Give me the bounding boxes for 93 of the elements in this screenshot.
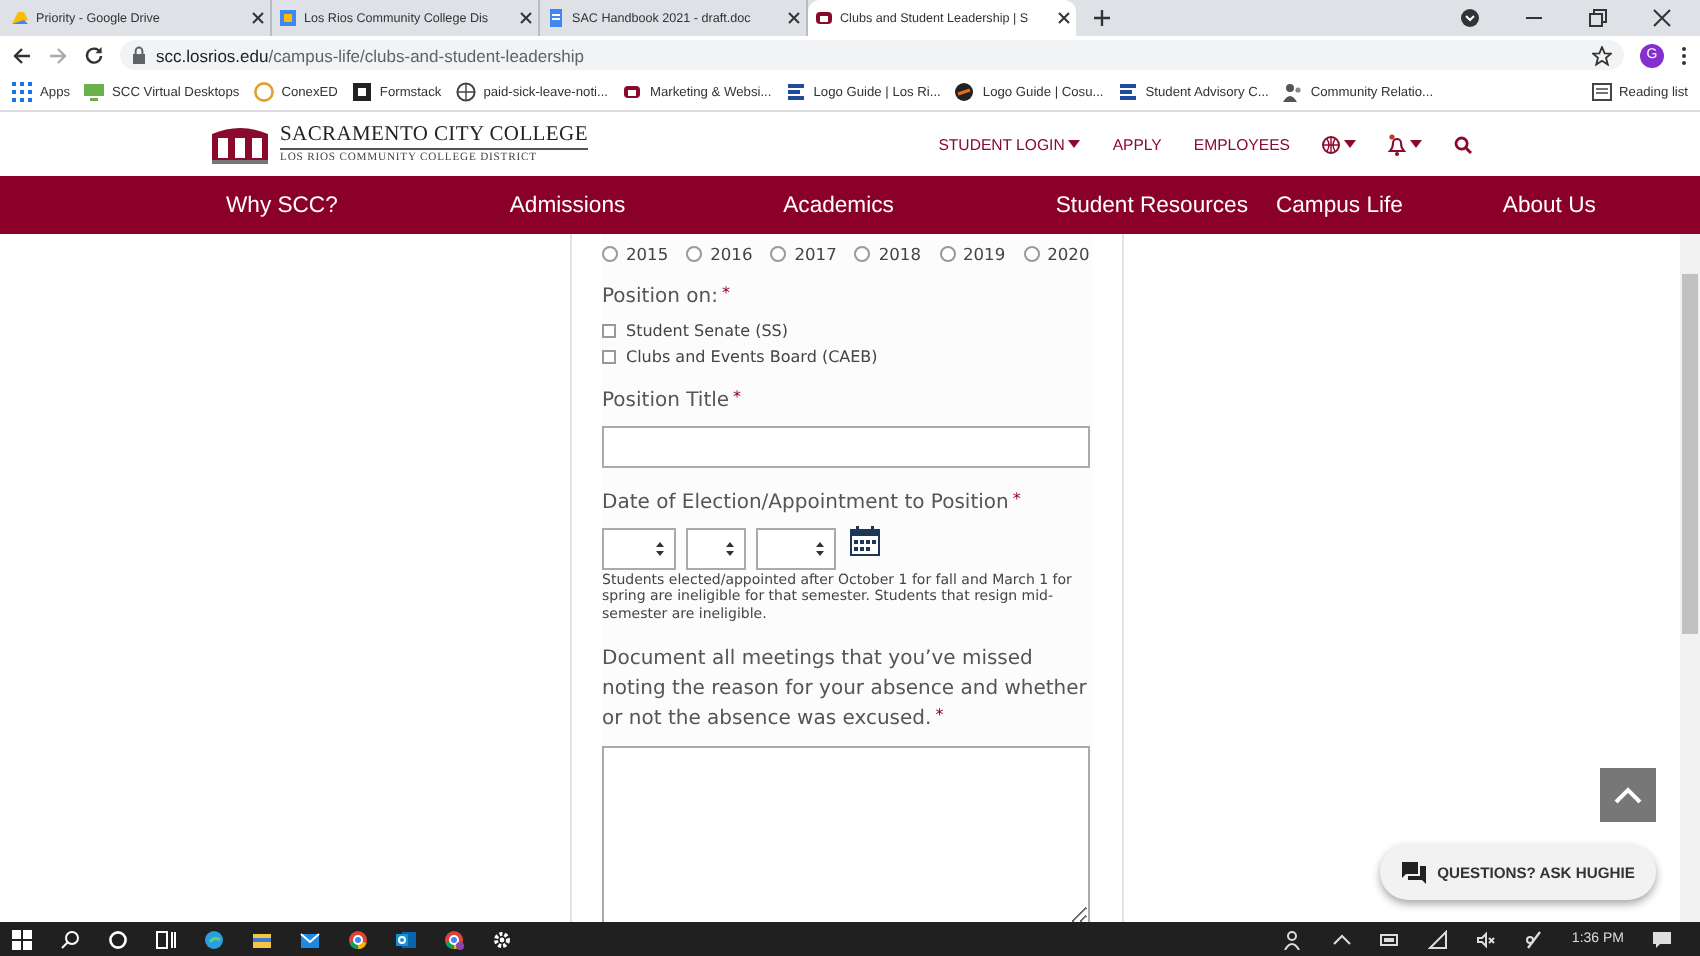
record-icon[interactable] [1460, 8, 1480, 28]
notification-icon[interactable] [1652, 929, 1672, 949]
restore-icon[interactable] [1588, 8, 1608, 28]
close-icon[interactable] [252, 12, 264, 24]
caret-icon [1344, 140, 1356, 148]
building-icon [814, 8, 834, 28]
checkbox[interactable] [602, 324, 616, 338]
spinner-icon [654, 540, 666, 558]
stripes-icon [785, 82, 806, 102]
folder-icon[interactable] [252, 929, 272, 949]
text-field[interactable] [602, 426, 1090, 468]
chrome-icon[interactable] [444, 929, 464, 949]
star-icon[interactable] [1592, 45, 1612, 65]
lock-icon [132, 46, 146, 64]
more-icon[interactable] [1680, 45, 1688, 65]
apps-icon [12, 82, 32, 102]
bell-icon [1388, 133, 1406, 155]
spinner-icon [814, 540, 826, 558]
nav-link[interactable]: Student Resources [1055, 193, 1248, 217]
radio-button[interactable] [686, 246, 703, 262]
year-option[interactable]: 2020 [1023, 244, 1090, 264]
document-icon [546, 8, 566, 28]
pen-icon[interactable] [1523, 929, 1544, 949]
globe-icon [455, 82, 476, 102]
people-icon [1282, 82, 1303, 102]
nav-link[interactable]: Academics [783, 193, 894, 217]
stripes-icon [1117, 82, 1138, 102]
year-option[interactable]: 2015 [602, 244, 669, 264]
back-to-top-button[interactable] [1600, 768, 1656, 822]
chevron-up-icon [1614, 786, 1642, 804]
close-icon[interactable] [1652, 8, 1672, 28]
caret-icon [1410, 140, 1422, 148]
radio-button[interactable] [854, 246, 871, 262]
plus-icon[interactable] [1092, 8, 1112, 28]
language-menu[interactable] [1322, 135, 1356, 153]
chat-icon [1401, 861, 1426, 883]
battery-icon[interactable] [1379, 929, 1400, 949]
scrollbar[interactable] [1680, 234, 1700, 922]
checkbox-label[interactable]: Clubs and Events Board (CAEB) [626, 348, 878, 366]
year-option[interactable]: 2017 [770, 244, 837, 264]
search-icon[interactable] [60, 929, 80, 949]
college-logo-icon [210, 124, 270, 164]
reload-icon[interactable] [84, 45, 104, 65]
close-icon[interactable] [788, 12, 800, 24]
back-icon[interactable] [12, 45, 32, 65]
college-name: SACRAMENTO CITY COLLEGE [280, 124, 588, 147]
chevron-up-icon[interactable] [1331, 929, 1352, 949]
round-logo-icon [954, 82, 975, 102]
year-option[interactable]: 2016 [686, 244, 753, 264]
monitor-icon [84, 82, 105, 102]
radio-button[interactable] [602, 246, 618, 262]
calendar-icon[interactable] [850, 526, 880, 556]
gear-icon[interactable] [492, 929, 512, 949]
square-icon [278, 8, 298, 28]
checkbox[interactable] [602, 350, 616, 364]
year-option[interactable]: 2019 [939, 244, 1006, 264]
required-mark: * [721, 284, 730, 306]
radio-button[interactable] [770, 246, 787, 262]
required-mark: * [1012, 490, 1021, 512]
address-bar[interactable]: scc.losrios.edu/campus-life/clubs-and-student-leadership [120, 40, 1624, 70]
field-label: Date of Election/Appointment to Position [602, 490, 1009, 518]
search-icon[interactable] [1454, 135, 1472, 153]
edge-icon[interactable] [204, 929, 224, 949]
radio-button[interactable] [1023, 246, 1040, 262]
circle-icon [253, 82, 274, 102]
close-icon[interactable] [520, 12, 532, 24]
windows-icon[interactable] [12, 929, 32, 949]
chrome-icon[interactable] [348, 929, 368, 949]
list-icon [1591, 82, 1612, 102]
nav-link[interactable]: Why SCC? [226, 193, 338, 217]
field-label: Position Title [602, 388, 730, 416]
required-mark: * [733, 388, 742, 410]
building-icon [622, 82, 643, 102]
people-icon[interactable] [1283, 929, 1304, 949]
outlook-icon[interactable] [396, 929, 416, 949]
task-view-icon[interactable] [156, 929, 176, 949]
nav-link[interactable]: About Us [1502, 193, 1596, 217]
muted-speaker-icon[interactable] [1475, 929, 1496, 949]
nav-link[interactable]: Admissions [509, 193, 626, 217]
year-option[interactable]: 2018 [854, 244, 921, 264]
circle-icon[interactable] [108, 929, 128, 949]
globe-icon [1322, 135, 1340, 153]
alerts-menu[interactable] [1388, 133, 1422, 155]
square-icon [351, 82, 372, 102]
close-icon[interactable] [1058, 12, 1070, 24]
spinner-icon [724, 540, 736, 558]
drive-icon [10, 8, 30, 28]
checkbox-label[interactable]: Student Senate (SS) [626, 322, 789, 340]
radio-button[interactable] [939, 246, 955, 262]
nav-link[interactable]: Campus Life [1275, 193, 1403, 217]
field-label: Document all meetings that you’ve missed noting the reason for your absence and whether or not the absence was excused. * [602, 646, 1089, 735]
field-label: Position on: [602, 284, 718, 312]
mail-icon[interactable] [300, 929, 320, 949]
